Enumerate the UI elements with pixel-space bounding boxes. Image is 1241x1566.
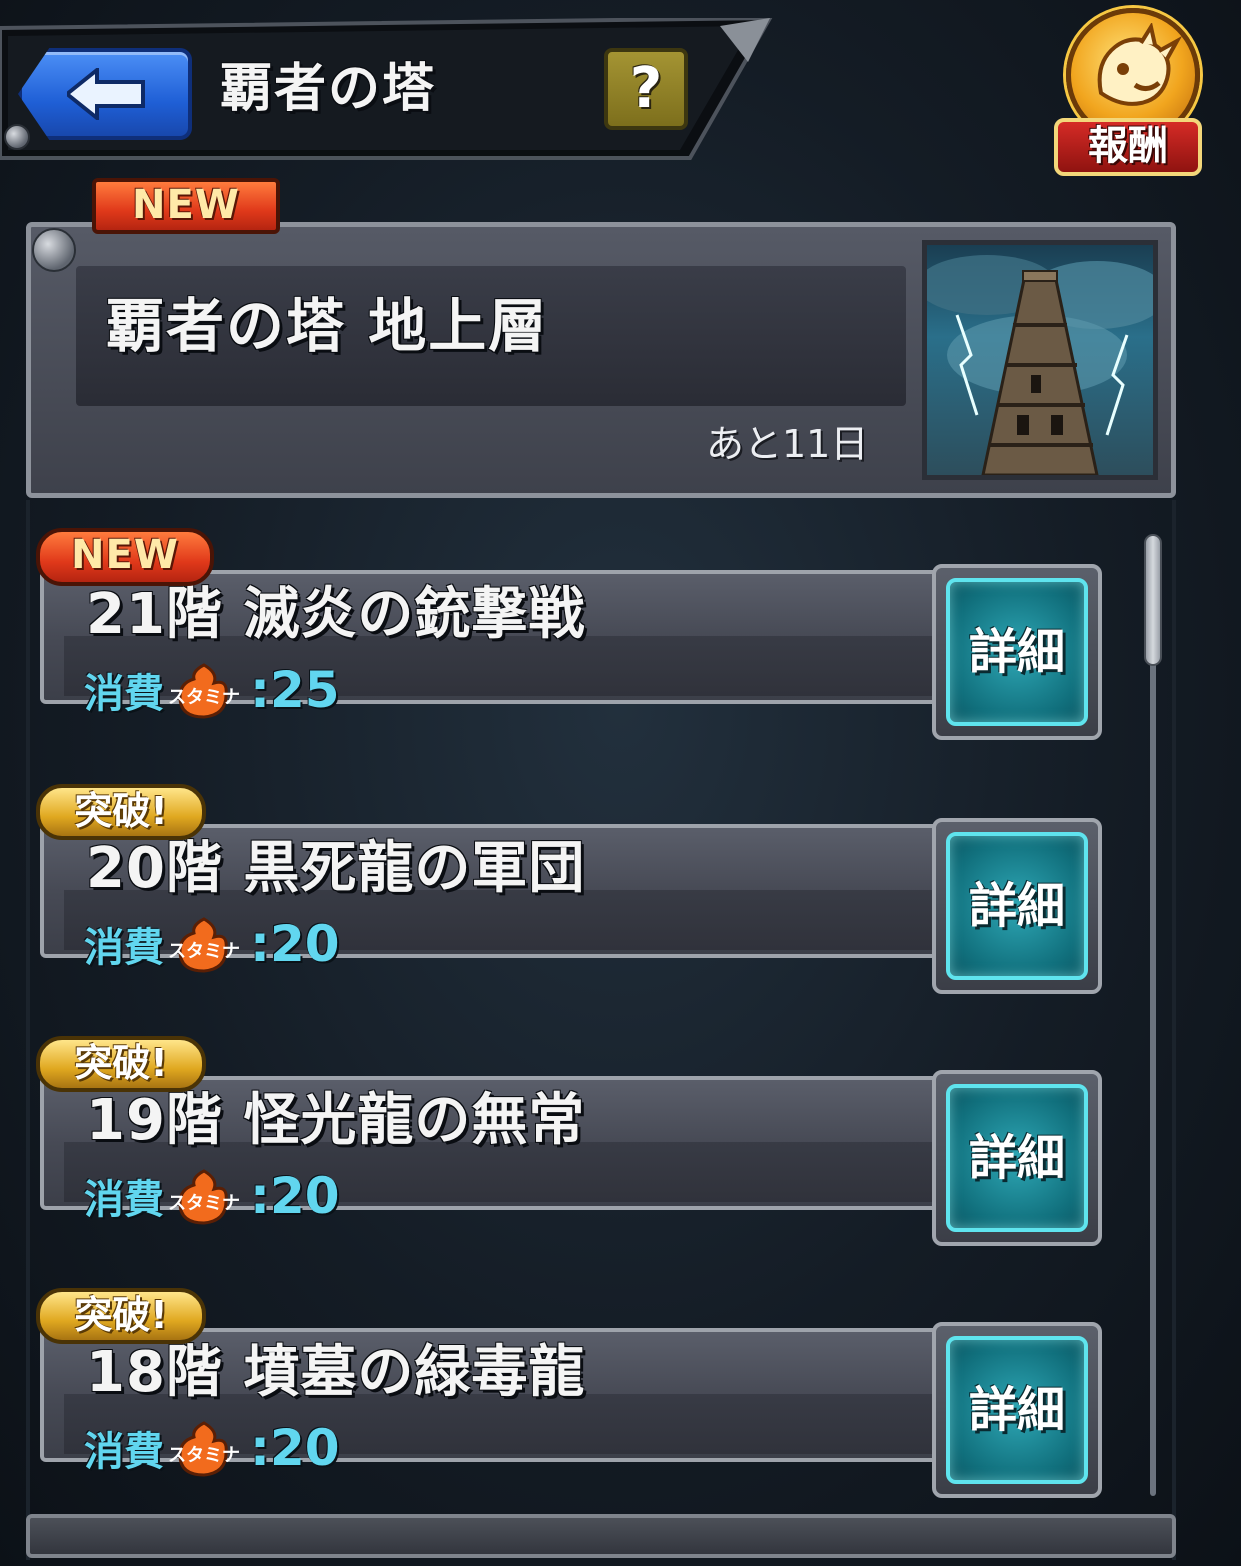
tower-lightning-icon — [927, 255, 1153, 475]
stage-row[interactable]: 19階 怪光龍の無常 消費 スタミナ :20 詳細 突破! — [36, 1036, 1106, 1246]
svg-text:スタミナ: スタミナ — [168, 1193, 240, 1214]
cost-label: 消費 — [84, 671, 164, 717]
stage-new-badge: NEW — [36, 528, 214, 586]
list-bottom-frame — [26, 1514, 1176, 1558]
detail-label: 詳細 — [968, 1130, 1065, 1186]
stage-row[interactable]: 21階 滅炎の銃撃戦 消費 スタミナ :25 詳細 NEW — [36, 528, 1106, 740]
event-remaining-days: あと11日 — [706, 422, 869, 466]
stage-cleared-badge: 突破! — [36, 784, 206, 840]
detail-button[interactable]: 詳細 — [932, 818, 1102, 994]
event-title: 覇者の塔 地上層 — [106, 292, 549, 360]
svg-text:スタミナ: スタミナ — [168, 941, 240, 962]
stamina-icon: スタミナ — [168, 915, 240, 973]
page-title: 覇者の塔 — [220, 59, 437, 119]
stage-row[interactable]: 18階 墳墓の緑毒龍 消費 スタミナ :20 詳細 突破! — [36, 1288, 1106, 1498]
detail-button[interactable]: 詳細 — [932, 1322, 1102, 1498]
cost-label: 消費 — [84, 925, 164, 971]
tower-thumbnail — [922, 240, 1158, 480]
cost-value: :20 — [250, 1167, 340, 1225]
back-button[interactable] — [18, 48, 192, 140]
detail-button-face: 詳細 — [946, 578, 1088, 726]
cost-label: 消費 — [84, 1429, 164, 1475]
detail-button-face: 詳細 — [946, 1336, 1088, 1484]
detail-label: 詳細 — [968, 1382, 1065, 1438]
svg-text:スタミナ: スタミナ — [168, 1445, 240, 1466]
cost-value: :20 — [250, 915, 340, 973]
cost-label: 消費 — [84, 1177, 164, 1223]
rivet-decoration — [4, 124, 30, 150]
detail-button-face: 詳細 — [946, 1084, 1088, 1232]
rivet-decoration — [32, 228, 76, 272]
back-arrow-icon — [67, 68, 145, 120]
stage-cost: 消費 スタミナ :20 — [84, 915, 340, 973]
reward-button[interactable]: 報酬 — [1050, 8, 1206, 178]
stage-cost: 消費 スタミナ :25 — [84, 661, 340, 719]
event-card[interactable]: 覇者の塔 地上層 あと11日 NEW — [26, 178, 1176, 498]
scrollbar-thumb[interactable] — [1144, 534, 1162, 666]
help-button[interactable]: ? — [604, 48, 688, 130]
stamina-icon: スタミナ — [168, 661, 240, 719]
detail-button[interactable]: 詳細 — [932, 564, 1102, 740]
stamina-icon: スタミナ — [168, 1167, 240, 1225]
detail-button[interactable]: 詳細 — [932, 1070, 1102, 1246]
cost-value: :20 — [250, 1419, 340, 1477]
stage-cost: 消費 スタミナ :20 — [84, 1419, 340, 1477]
stage-name: 18階 墳墓の緑毒龍 — [86, 1340, 586, 1405]
scrollbar-track[interactable] — [1150, 534, 1156, 1496]
event-new-badge: NEW — [92, 178, 280, 234]
stage-name: 21階 滅炎の銃撃戦 — [86, 582, 586, 647]
stage-cost: 消費 スタミナ :20 — [84, 1167, 340, 1225]
cost-value: :25 — [250, 661, 340, 719]
stage-name: 19階 怪光龍の無常 — [86, 1088, 586, 1153]
stamina-icon: スタミナ — [168, 1419, 240, 1477]
reward-label: 報酬 — [1054, 118, 1202, 176]
stage-cleared-badge: 突破! — [36, 1288, 206, 1344]
stage-row[interactable]: 20階 黒死龍の軍団 消費 スタミナ :20 詳細 突破! — [36, 784, 1106, 994]
detail-label: 詳細 — [968, 878, 1065, 934]
stage-name: 20階 黒死龍の軍団 — [86, 836, 586, 901]
detail-button-face: 詳細 — [946, 832, 1088, 980]
svg-text:スタミナ: スタミナ — [168, 687, 240, 708]
stage-cleared-badge: 突破! — [36, 1036, 206, 1092]
detail-label: 詳細 — [968, 624, 1065, 680]
